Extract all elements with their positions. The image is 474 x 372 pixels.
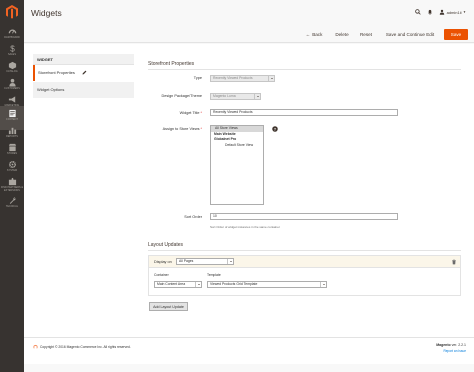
person-icon: [8, 78, 16, 87]
required-marker: *: [200, 127, 202, 131]
type-label: Type: [193, 76, 202, 80]
sidebar-item-label: Dashboard: [4, 36, 20, 39]
dollar-icon: $: [10, 45, 15, 53]
sort-order-label: Sort Order: [184, 215, 202, 219]
magento-logo[interactable]: [4, 4, 20, 20]
type-value: Recently Viewed Products: [213, 76, 253, 80]
sidebar-item-label: Find Partners & Extensions: [0, 186, 24, 192]
tab-label: Storefront Properties: [38, 70, 75, 75]
widget-tabs: WIDGET Storefront Properties Widget Opti…: [33, 54, 134, 98]
user-icon: [439, 9, 445, 15]
section-divider: [148, 69, 461, 70]
megaphone-icon: [8, 96, 15, 103]
store-views-multiselect[interactable]: All Store Views Main Website Globalnet Pro…: [210, 125, 264, 205]
puzzle-icon: [8, 177, 16, 186]
header-toolbar: admin1ii ▼: [415, 9, 466, 15]
tab-label: Widget Options: [37, 87, 65, 92]
sort-order-input[interactable]: 10: [210, 213, 398, 220]
design-theme-select[interactable]: Magento Luma: [210, 93, 261, 100]
sort-order-note: Sort Order of widget instances in the sa…: [210, 225, 280, 229]
bell-icon[interactable]: [427, 9, 433, 15]
sidebar-item-label: Tecnical: [5, 205, 19, 208]
svg-text:$: $: [10, 45, 15, 53]
section-title-storefront: Storefront Properties: [148, 61, 195, 67]
reset-button[interactable]: Reset: [357, 29, 375, 40]
design-theme-label: Design Package/Theme: [161, 94, 202, 98]
magento-logo-small: [33, 344, 38, 349]
display-on-label: Display on: [154, 259, 172, 264]
pencil-icon: [82, 70, 87, 75]
layout-update-box: Display on All Pages Container Main Cont…: [148, 255, 461, 296]
page-actions: ← Back Delete Reset Save and Continue Ed…: [24, 26, 474, 43]
content-icon: [8, 109, 16, 118]
footer-copyright: Copyright © 2016 Magento Commerce Inc. A…: [40, 345, 131, 349]
type-select[interactable]: Recently Viewed Products: [210, 75, 275, 82]
gear-icon: [8, 160, 16, 169]
section-divider: [148, 250, 461, 251]
remove-layout-icon[interactable]: [451, 259, 457, 265]
page-title: Widgets: [31, 8, 62, 18]
section-title-layout-updates: Layout Updates: [148, 242, 184, 248]
store-view-option[interactable]: Default Store View: [211, 143, 263, 149]
widget-title-label: Widget Title*: [179, 111, 202, 115]
chevron-down-icon: [195, 282, 201, 287]
report-issue-link[interactable]: Report an Issue: [443, 349, 466, 353]
template-select[interactable]: Viewed Products Grid Template: [207, 281, 327, 288]
chevron-down-icon: [227, 259, 233, 264]
bar-chart-icon: [8, 127, 16, 135]
sidebar-item-label: System: [6, 169, 18, 172]
sidebar-item-label: Reports: [6, 135, 18, 138]
cube-icon: [8, 61, 16, 70]
delete-button[interactable]: Delete: [332, 29, 352, 40]
sidebar-item-label: Sales: [8, 53, 16, 56]
footer-divider: [24, 337, 474, 338]
chevron-down-icon: ▼: [463, 10, 466, 14]
user-menu[interactable]: admin1ii ▼: [439, 9, 466, 15]
template-value: Viewed Products Grid Template: [210, 282, 258, 286]
save-button[interactable]: Save: [444, 29, 468, 40]
sidebar-item-label: Catalog: [6, 70, 18, 73]
sidebar-item-label: Stores: [6, 152, 18, 155]
tab-storefront-properties[interactable]: Storefront Properties: [33, 65, 134, 81]
display-on-select[interactable]: All Pages: [176, 258, 234, 265]
chevron-down-icon: [268, 76, 274, 81]
chevron-down-icon: [320, 282, 326, 287]
help-icon[interactable]: ?: [272, 126, 278, 132]
required-marker: *: [200, 111, 202, 115]
footer-version: ver. 2.2.1: [450, 343, 466, 347]
user-name: admin1ii: [446, 9, 462, 15]
store-icon: [8, 143, 16, 152]
store-views-label: Assign to Store Views*: [162, 127, 202, 131]
save-and-continue-button[interactable]: Save and Continue Edit: [380, 29, 440, 40]
dashboard-icon: [8, 29, 16, 34]
container-select[interactable]: Main Content Area: [154, 281, 202, 288]
layout-update-header: Display on All Pages: [149, 256, 460, 268]
tabs-title: WIDGET: [33, 54, 134, 65]
footer-brand: Magento ver. 2.2.1: [436, 343, 466, 347]
back-button[interactable]: ← Back: [302, 29, 326, 40]
search-icon[interactable]: [415, 9, 421, 15]
sidebar-item-tecnical[interactable]: Tecnical: [0, 193, 24, 217]
container-label: Container: [154, 273, 169, 277]
add-layout-update-button[interactable]: Add Layout Update: [149, 302, 188, 311]
sidebar-item-label: Content: [6, 118, 18, 121]
back-button-label: Back: [312, 32, 323, 37]
arrow-left-icon: ←: [305, 32, 311, 37]
wrench-icon: [9, 197, 16, 204]
sidebar-item-label: Customers: [4, 87, 20, 90]
widget-title-input[interactable]: Recently Viewed Products: [210, 109, 398, 116]
template-label: Template: [207, 273, 221, 277]
container-value: Main Content Area: [157, 282, 186, 286]
tab-widget-options[interactable]: Widget Options: [33, 82, 134, 98]
display-on-value: All Pages: [179, 259, 194, 263]
design-theme-value: Magento Luma: [213, 94, 236, 98]
chevron-down-icon: [254, 94, 260, 99]
